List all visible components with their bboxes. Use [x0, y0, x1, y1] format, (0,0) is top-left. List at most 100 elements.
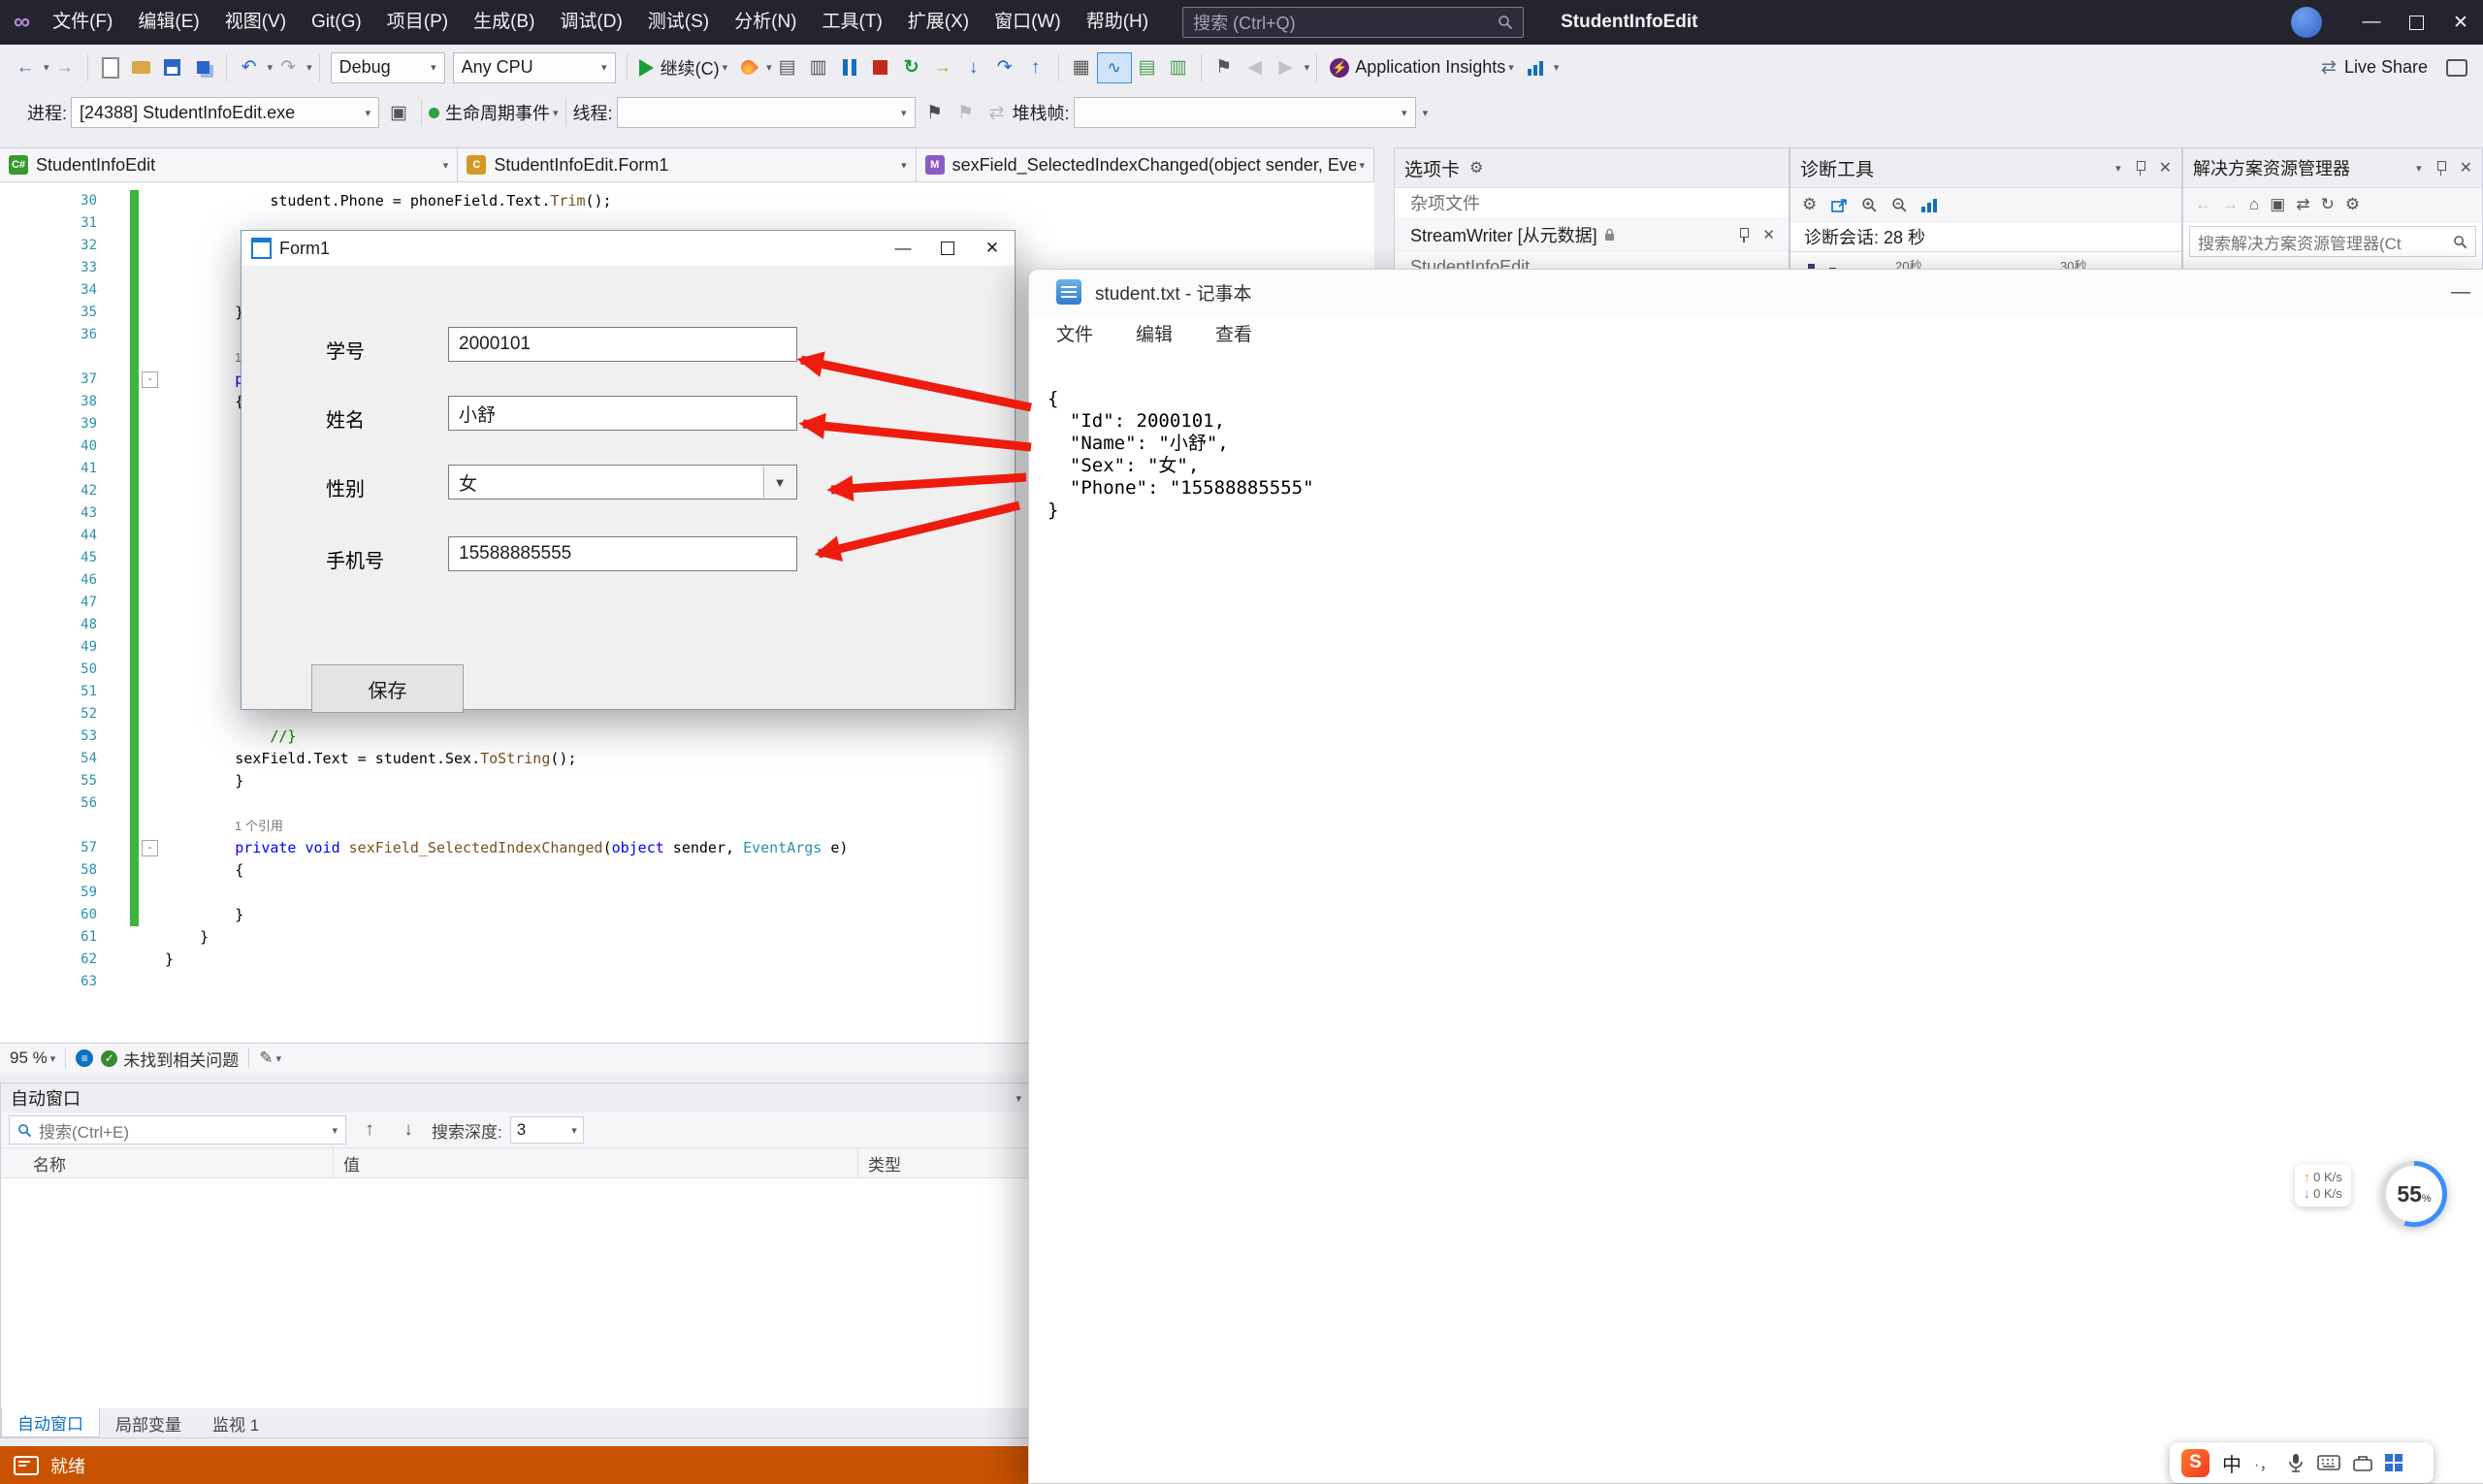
- ime-grid-icon[interactable]: [2385, 1454, 2402, 1471]
- toolbox-icon[interactable]: [2353, 1454, 2372, 1471]
- step-into-icon[interactable]: ↓: [959, 52, 988, 83]
- diagnostic-tools-toggle[interactable]: ∿: [1097, 52, 1132, 83]
- tab-watch1[interactable]: 监视 1: [197, 1408, 274, 1437]
- application-insights-button[interactable]: ⚡ Application Insights ▾: [1324, 57, 1520, 78]
- pause-icon[interactable]: [835, 52, 864, 83]
- autos-title-bar[interactable]: 自动窗口 ▾: [1, 1083, 1031, 1113]
- restart-icon[interactable]: ↻: [897, 52, 926, 83]
- refresh-icon[interactable]: ↻: [2321, 195, 2335, 214]
- form-maximize-button[interactable]: [925, 231, 970, 266]
- sogou-logo-icon[interactable]: S: [2181, 1449, 2209, 1477]
- collapse-all-icon[interactable]: ▣: [2270, 195, 2285, 214]
- microphone-icon[interactable]: [2287, 1453, 2305, 1472]
- ime-punctuation-icon[interactable]: ·，: [2254, 1451, 2274, 1474]
- line-number[interactable]: 54: [0, 748, 97, 770]
- line-number[interactable]: 36: [0, 324, 97, 346]
- ime-language-indicator[interactable]: 中: [2222, 1449, 2241, 1477]
- line-number[interactable]: 56: [0, 792, 97, 815]
- search-up-icon[interactable]: ↑: [355, 1114, 384, 1145]
- save-icon[interactable]: [158, 52, 187, 83]
- pin-icon[interactable]: [1738, 228, 1749, 242]
- menu-item-3[interactable]: Git(G): [299, 0, 374, 45]
- zoom-out-icon[interactable]: [1891, 197, 1908, 213]
- intellitrace-events-icon[interactable]: ▥: [1164, 52, 1193, 83]
- stackframe-select[interactable]: ▾: [1074, 97, 1416, 128]
- step-over-icon[interactable]: ↷: [990, 52, 1019, 83]
- fold-toggle-icon[interactable]: -: [142, 371, 158, 388]
- fold-toggle-icon[interactable]: -: [142, 840, 158, 856]
- document-health-icon[interactable]: ≡: [76, 1049, 93, 1067]
- autos-search-input[interactable]: 搜索(Ctrl+E) ▾: [9, 1115, 346, 1145]
- process-snapshot-icon[interactable]: ▣: [384, 97, 413, 128]
- line-number[interactable]: 61: [0, 926, 97, 949]
- notepad-menu-0[interactable]: 文件: [1056, 320, 1093, 346]
- line-number[interactable]: 40: [0, 436, 97, 458]
- column-value[interactable]: 值: [334, 1151, 857, 1176]
- process-select[interactable]: [24388] StudentInfoEdit.exe▾: [71, 97, 379, 128]
- line-number[interactable]: 35: [0, 302, 97, 324]
- back-icon[interactable]: ←: [2195, 195, 2211, 214]
- close-tab-icon[interactable]: ✕: [1762, 226, 1775, 243]
- line-number[interactable]: 44: [0, 525, 97, 547]
- user-avatar[interactable]: [2291, 7, 2322, 38]
- solution-explorer-header[interactable]: 解决方案资源管理器 ▾ ✕: [2183, 148, 2482, 188]
- line-number[interactable]: 57: [0, 837, 97, 859]
- menu-item-2[interactable]: 视图(V): [212, 0, 299, 45]
- reset-view-chart-icon[interactable]: [1921, 197, 1937, 212]
- line-number[interactable]: 63: [0, 971, 97, 993]
- form-minimize-button[interactable]: —: [881, 231, 925, 266]
- menu-item-0[interactable]: 文件(F): [40, 0, 125, 45]
- line-number[interactable]: 45: [0, 547, 97, 569]
- bookmark-prev-icon[interactable]: ◀: [1241, 52, 1270, 83]
- code-cleanup-icon[interactable]: ✎: [259, 1048, 273, 1068]
- ime-toolbar[interactable]: S 中 ·，: [2170, 1442, 2434, 1483]
- notepad-title-bar[interactable]: student.txt - 记事本 —: [1029, 270, 2483, 314]
- nav-member-select[interactable]: M sexField_SelectedIndexChanged(object s…: [917, 148, 1373, 181]
- line-number[interactable]: 59: [0, 882, 97, 904]
- solution-config-select[interactable]: Debug▾: [331, 52, 445, 83]
- line-number[interactable]: 51: [0, 681, 97, 703]
- nav-project-select[interactable]: C# StudentInfoEdit ▾: [0, 148, 458, 181]
- line-number[interactable]: 62: [0, 949, 97, 971]
- navigate-back-icon[interactable]: ←: [11, 52, 40, 83]
- gear-icon[interactable]: ⚙: [1469, 158, 1483, 177]
- student-id-input[interactable]: 2000101: [448, 327, 797, 362]
- solution-platform-select[interactable]: Any CPU▾: [453, 52, 616, 83]
- save-all-icon[interactable]: [189, 52, 218, 83]
- flag-current-thread-icon[interactable]: ⚑: [920, 97, 950, 128]
- tab-streamwriter-metadata[interactable]: StreamWriter [从元数据] ✕: [1395, 217, 1789, 252]
- line-number[interactable]: 32: [0, 235, 97, 257]
- window-layout-icon[interactable]: ▤: [773, 52, 802, 83]
- feedback-icon[interactable]: [2442, 52, 2471, 83]
- form-close-button[interactable]: ✕: [970, 231, 1015, 266]
- menu-item-8[interactable]: 分析(N): [722, 0, 809, 45]
- line-number[interactable]: 38: [0, 391, 97, 413]
- minimize-button[interactable]: —: [2349, 0, 2394, 45]
- menu-item-10[interactable]: 扩展(X): [895, 0, 982, 45]
- gear-icon[interactable]: ⚙: [2345, 195, 2360, 214]
- solution-search-input[interactable]: 搜索解决方案资源管理器(Ct: [2189, 226, 2476, 257]
- search-depth-select[interactable]: 3▾: [510, 1116, 584, 1144]
- pin-icon[interactable]: [2435, 161, 2446, 176]
- sync-with-active-icon[interactable]: ⇄: [2296, 195, 2309, 214]
- open-file-icon[interactable]: [127, 52, 156, 83]
- export-icon[interactable]: [1830, 196, 1848, 213]
- menu-item-9[interactable]: 工具(T): [810, 0, 895, 45]
- hot-reload-icon[interactable]: [733, 52, 762, 83]
- tab-autos[interactable]: 自动窗口: [1, 1408, 100, 1437]
- feedback-status-icon[interactable]: [14, 1456, 39, 1475]
- keyboard-icon[interactable]: [2317, 1455, 2340, 1470]
- menu-item-7[interactable]: 测试(S): [635, 0, 722, 45]
- telemetry-chart-icon[interactable]: [1521, 52, 1550, 83]
- window-position-icon[interactable]: ▾: [2416, 162, 2422, 175]
- notepad-menu-2[interactable]: 查看: [1215, 320, 1252, 346]
- line-number[interactable]: 53: [0, 726, 97, 748]
- notepad-minimize-button[interactable]: —: [2437, 270, 2483, 314]
- combobox-dropdown-icon[interactable]: ▼: [763, 467, 795, 498]
- line-number[interactable]: 49: [0, 636, 97, 659]
- maximize-button[interactable]: [2394, 0, 2438, 45]
- phone-input[interactable]: 15588885555: [448, 536, 797, 571]
- undo-icon[interactable]: ↶: [235, 52, 264, 83]
- flag-outline-icon[interactable]: ⚑: [951, 97, 981, 128]
- line-number[interactable]: 30: [0, 190, 97, 212]
